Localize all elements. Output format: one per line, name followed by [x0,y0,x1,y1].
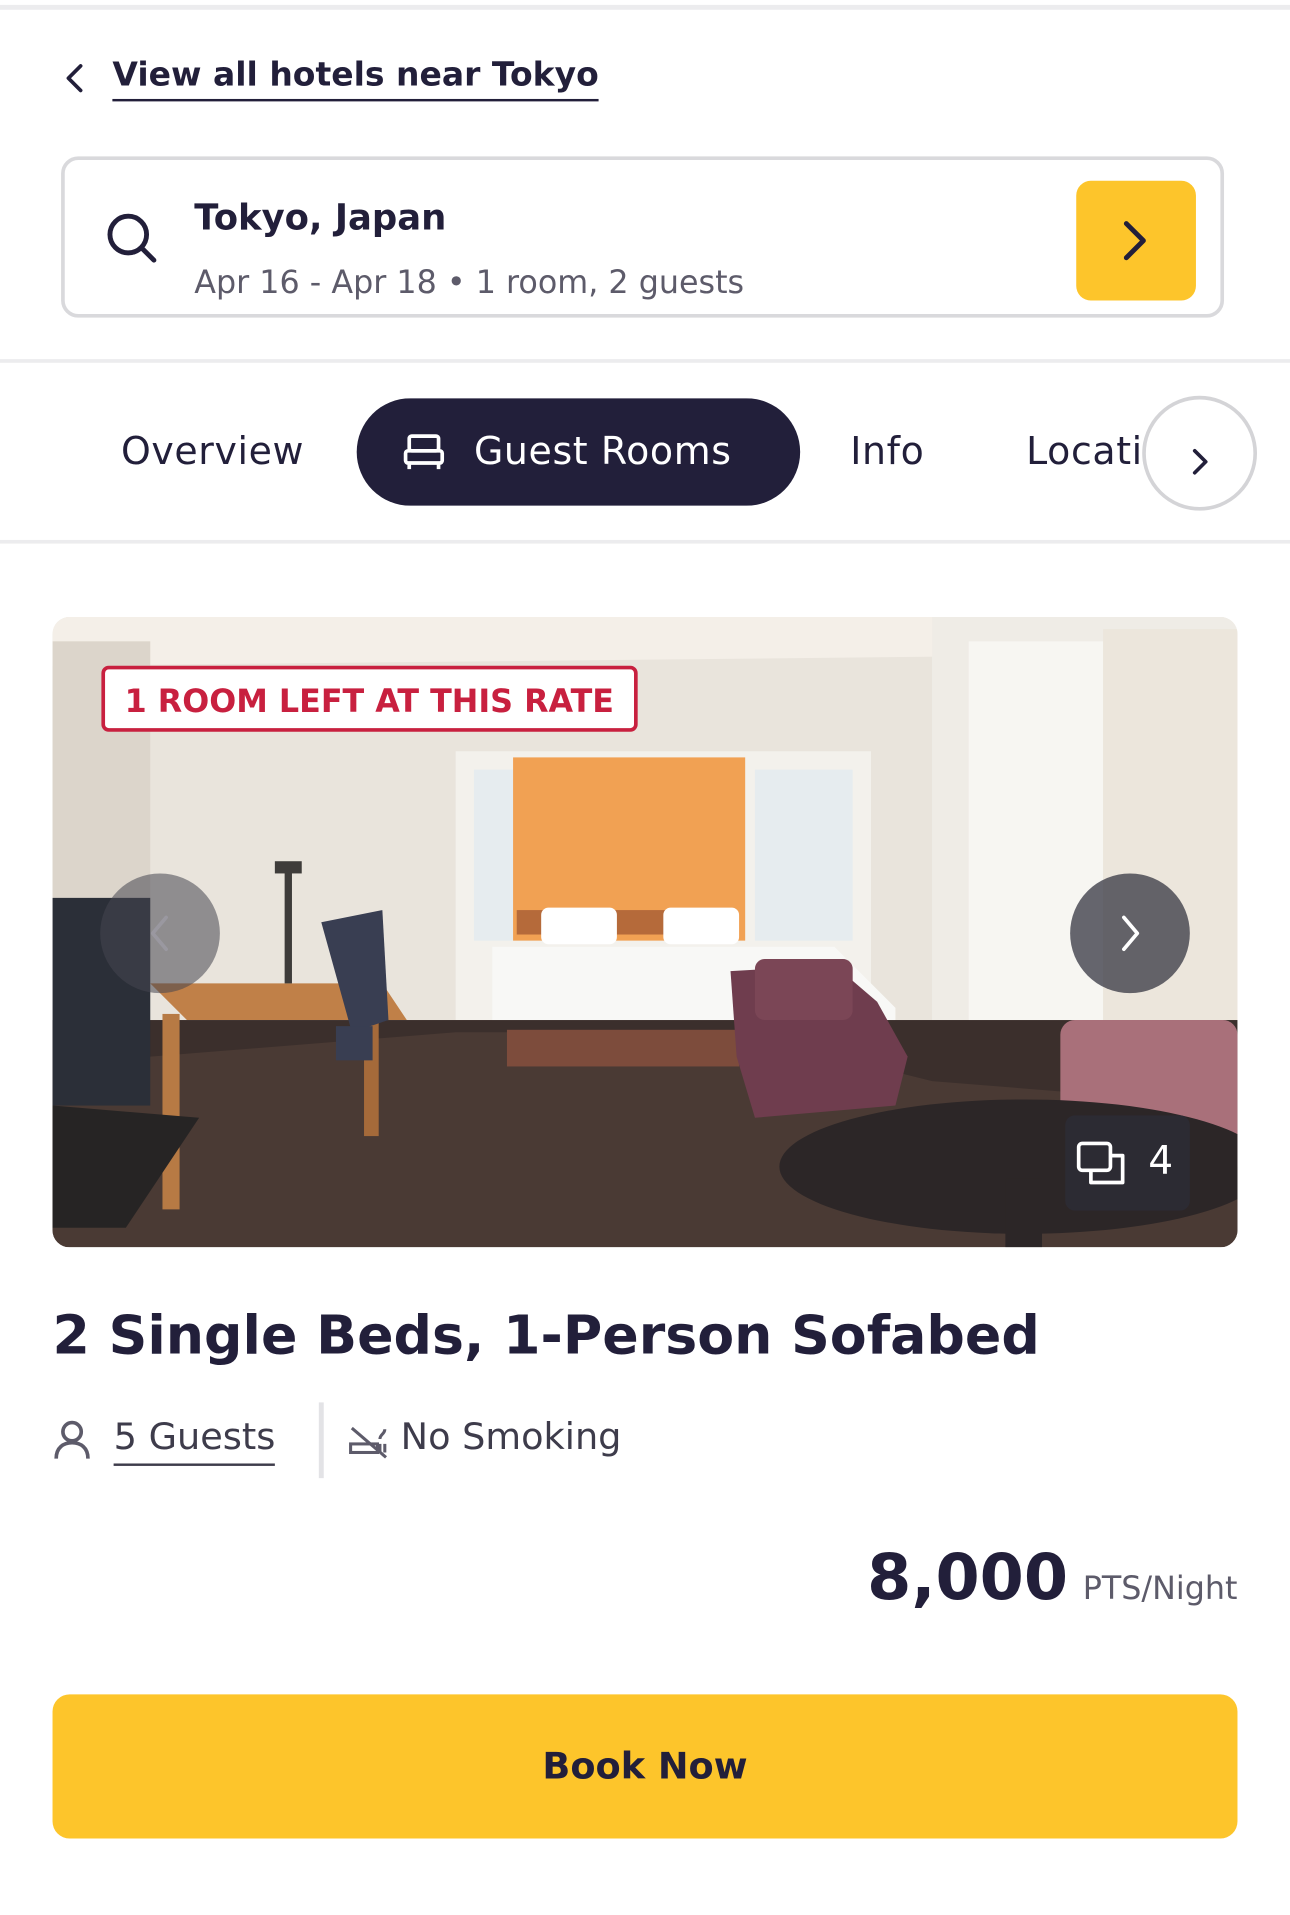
room-title: 2 Single Beds, 1-Person Sofabed [52,1304,1040,1367]
room-photo-carousel[interactable]: 1 ROOM LEFT AT THIS RATE 4 [52,616,1238,1248]
carousel-next-button[interactable] [1070,873,1190,994]
back-link[interactable]: View all hotels near Tokyo [61,54,599,103]
chevron-right-icon [1192,448,1208,475]
person-icon [54,1420,90,1459]
chevron-right-icon [1122,915,1140,952]
amenity-divider [318,1402,324,1479]
bed-icon [403,434,445,470]
photo-count-badge[interactable]: 4 [1065,1115,1190,1211]
tabs-scroll-next-button[interactable] [1142,395,1258,511]
book-now-button[interactable]: Book Now [52,1694,1238,1839]
room-price: 8,000 PTS/Night [867,1542,1237,1615]
page: View all hotels near Tokyo Tokyo, Japan … [0,0,1290,1914]
search-go-button[interactable] [1076,180,1196,301]
price-amount: 8,000 [867,1541,1069,1615]
smoking-policy: No Smoking [400,1415,622,1459]
tab-guest-rooms-label: Guest Rooms [473,430,732,474]
back-link-label[interactable]: View all hotels near Tokyo [112,56,599,101]
room-amenities: 5 Guests No Smoking [53,1402,908,1479]
chevron-right-icon [1123,221,1146,261]
search-details: Apr 16 - Apr 18 • 1 room, 2 guests [194,265,745,302]
section-divider [0,539,1290,544]
no-smoking-icon [349,1426,388,1459]
tab-location[interactable]: Location [1026,398,1143,506]
photo-count: 4 [1148,1137,1174,1184]
search-summary[interactable]: Tokyo, Japan Apr 16 - Apr 18 • 1 room, 2… [61,156,1225,318]
top-divider [0,4,1290,10]
tab-info[interactable]: Info [850,398,924,506]
tab-bar: Overview Guest Rooms Info Location [0,398,1290,506]
search-destination: Tokyo, Japan [194,196,447,239]
price-unit: PTS/Night [1082,1570,1238,1608]
availability-badge: 1 ROOM LEFT AT THIS RATE [101,665,638,732]
section-divider [0,359,1290,363]
gallery-icon [1076,1141,1125,1185]
chevron-left-icon [150,915,168,952]
guest-capacity-link[interactable]: 5 Guests [113,1415,276,1466]
tab-overview[interactable]: Overview [121,398,304,506]
tab-guest-rooms[interactable]: Guest Rooms [356,398,801,506]
search-icon [107,213,157,263]
carousel-prev-button[interactable] [100,873,220,994]
chevron-left-icon [66,64,83,93]
